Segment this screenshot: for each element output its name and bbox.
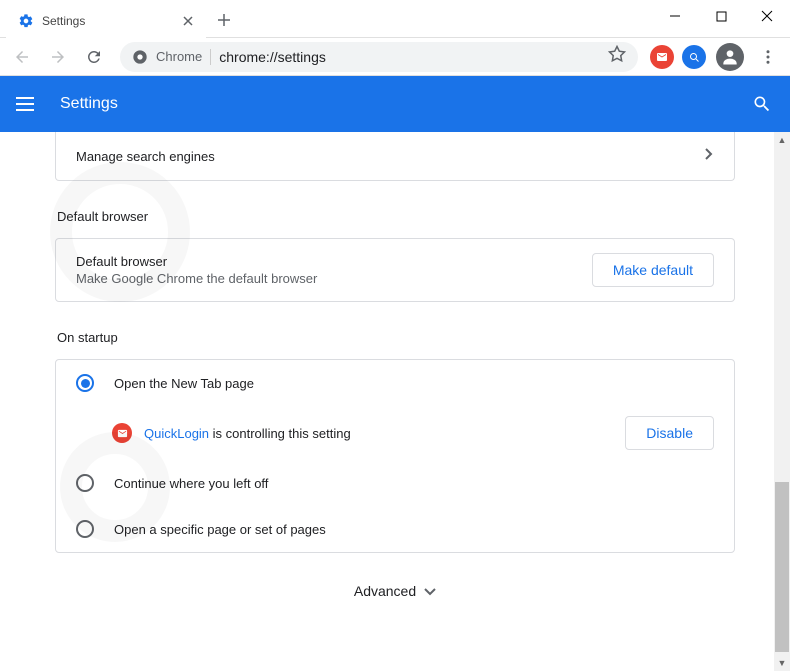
gear-icon <box>18 13 34 29</box>
manage-search-engines-row[interactable]: Manage search engines <box>55 132 735 181</box>
address-bar[interactable]: Chrome chrome://settings <box>120 42 638 72</box>
window-close-button[interactable] <box>744 0 790 32</box>
controlled-text: QuickLogin is controlling this setting <box>144 426 613 441</box>
controlling-extension-name[interactable]: QuickLogin <box>144 426 209 441</box>
startup-option-continue[interactable]: Continue where you left off <box>56 460 734 506</box>
chrome-icon <box>132 49 148 65</box>
default-browser-row-title: Default browser <box>76 254 592 269</box>
new-tab-button[interactable] <box>210 6 238 34</box>
disable-extension-button[interactable]: Disable <box>625 416 714 450</box>
radio-unselected-icon <box>76 474 94 492</box>
advanced-toggle[interactable]: Advanced <box>55 553 735 609</box>
scroll-down-arrow-icon[interactable]: ▼ <box>774 655 790 671</box>
on-startup-card: Open the New Tab page QuickLogin is cont… <box>55 359 735 553</box>
window-controls <box>652 0 790 32</box>
chevron-right-icon <box>704 147 714 166</box>
default-browser-section-title: Default browser <box>57 209 735 224</box>
default-browser-row-subtitle: Make Google Chrome the default browser <box>76 271 592 286</box>
startup-option-label: Open a specific page or set of pages <box>114 522 326 537</box>
browser-toolbar: Chrome chrome://settings <box>0 38 790 76</box>
scrollbar-thumb[interactable] <box>775 482 789 652</box>
startup-option-new-tab[interactable]: Open the New Tab page <box>56 360 734 406</box>
scrollbar-track[interactable]: ▲ ▼ <box>774 132 790 671</box>
omnibox-scheme: Chrome <box>156 49 202 64</box>
scroll-up-arrow-icon[interactable]: ▲ <box>774 132 790 148</box>
reload-button[interactable] <box>78 41 110 73</box>
tab-title: Settings <box>42 14 172 28</box>
extension-blue-icon[interactable] <box>682 45 706 69</box>
browser-tab[interactable]: Settings <box>6 4 206 38</box>
back-button[interactable] <box>6 41 38 73</box>
forward-button[interactable] <box>42 41 74 73</box>
manage-search-engines-label: Manage search engines <box>76 149 704 164</box>
page-title: Settings <box>60 95 750 113</box>
profile-avatar[interactable] <box>716 43 744 71</box>
extension-quicklogin-icon[interactable] <box>650 45 674 69</box>
default-browser-card: Default browser Make Google Chrome the d… <box>55 238 735 302</box>
search-icon[interactable] <box>750 92 774 116</box>
maximize-button[interactable] <box>698 0 744 32</box>
on-startup-section-title: On startup <box>57 330 735 345</box>
make-default-button[interactable]: Make default <box>592 253 714 287</box>
close-icon[interactable] <box>180 13 196 29</box>
bookmark-star-icon[interactable] <box>608 45 626 68</box>
chrome-menu-button[interactable] <box>752 41 784 73</box>
startup-option-specific-pages[interactable]: Open a specific page or set of pages <box>56 506 734 552</box>
omnibox-divider <box>210 49 211 65</box>
radio-unselected-icon <box>76 520 94 538</box>
advanced-label: Advanced <box>354 583 416 599</box>
controlled-suffix: is controlling this setting <box>209 426 351 441</box>
settings-header: Settings <box>0 76 790 132</box>
startup-option-label: Open the New Tab page <box>114 376 254 391</box>
extension-controlled-notice: QuickLogin is controlling this setting D… <box>56 406 734 460</box>
chevron-down-icon <box>424 583 436 599</box>
window-titlebar: Settings <box>0 0 790 38</box>
content-area: Manage search engines Default browser De… <box>0 132 790 671</box>
hamburger-menu-icon[interactable] <box>16 92 40 116</box>
extension-badge-icon <box>112 423 132 443</box>
startup-option-label: Continue where you left off <box>114 476 268 491</box>
omnibox-url: chrome://settings <box>219 49 600 65</box>
minimize-button[interactable] <box>652 0 698 32</box>
radio-selected-icon <box>76 374 94 392</box>
